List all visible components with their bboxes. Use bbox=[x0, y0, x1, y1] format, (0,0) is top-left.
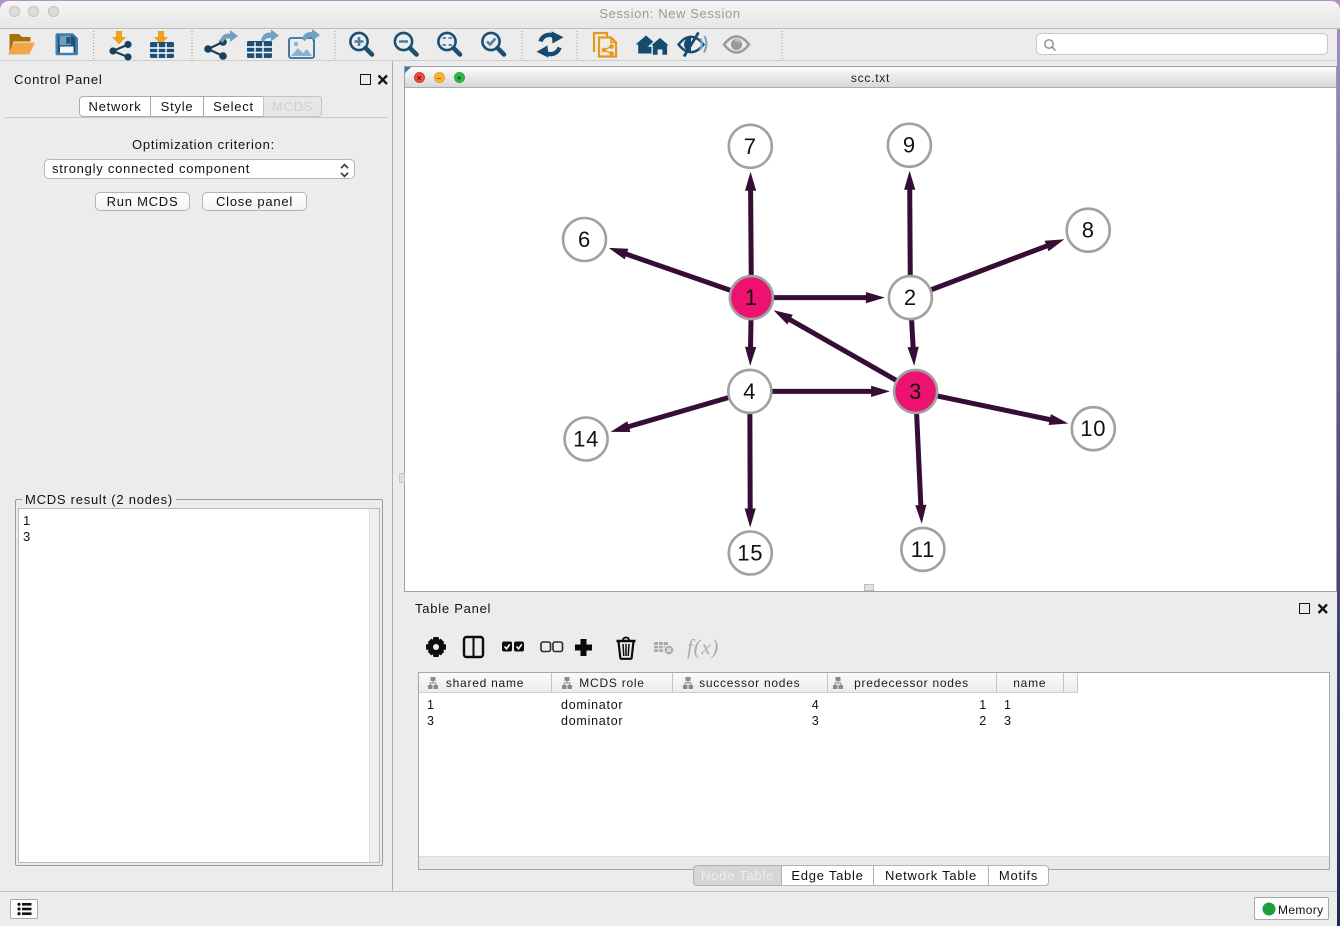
svg-text:3: 3 bbox=[909, 379, 922, 404]
svg-text:9: 9 bbox=[903, 133, 916, 158]
svg-text:15: 15 bbox=[737, 541, 763, 566]
svg-text:14: 14 bbox=[573, 427, 599, 452]
svg-text:7: 7 bbox=[744, 134, 757, 159]
svg-text:8: 8 bbox=[1082, 218, 1095, 243]
svg-text:4: 4 bbox=[743, 379, 756, 404]
svg-text:2: 2 bbox=[904, 285, 917, 310]
svg-text:6: 6 bbox=[578, 227, 591, 252]
svg-text:11: 11 bbox=[911, 537, 935, 562]
svg-text:1: 1 bbox=[745, 285, 758, 310]
svg-text:f(x): f(x) bbox=[687, 635, 719, 659]
svg-text:10: 10 bbox=[1080, 416, 1106, 441]
